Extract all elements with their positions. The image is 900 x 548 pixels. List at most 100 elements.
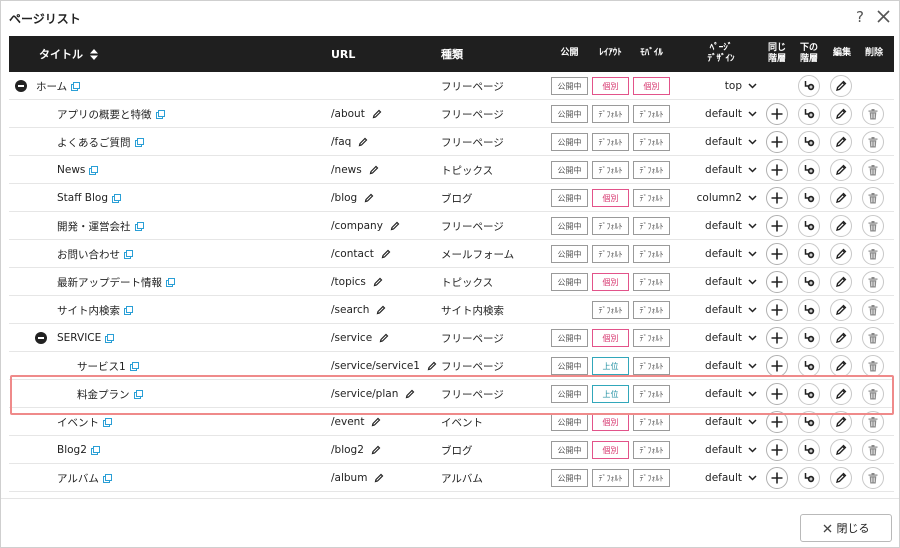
page-title-link[interactable]: アプリの概要と特徴 — [57, 107, 152, 122]
edit-url-pencil-icon[interactable] — [374, 473, 384, 483]
edit-url-pencil-icon[interactable] — [364, 193, 374, 203]
mobile-badge[interactable]: ﾃﾞﾌｫﾙﾄ — [633, 441, 670, 459]
mobile-badge[interactable]: ﾃﾞﾌｫﾙﾄ — [633, 161, 670, 179]
add-same-level-button[interactable] — [766, 355, 788, 377]
layout-badge[interactable]: ﾃﾞﾌｫﾙﾄ — [592, 301, 629, 319]
add-same-level-button[interactable] — [766, 103, 788, 125]
open-in-new-window-icon[interactable] — [103, 417, 112, 427]
public-status-badge[interactable]: 公開中 — [551, 329, 588, 347]
add-lower-level-button[interactable] — [798, 467, 820, 489]
page-design-select[interactable]: default — [677, 436, 757, 464]
public-status-badge[interactable]: 公開中 — [551, 413, 588, 431]
layout-badge[interactable]: 個別 — [592, 441, 629, 459]
page-title-link[interactable]: 最新アップデート情報 — [57, 275, 162, 290]
column-title[interactable]: タイトル — [39, 36, 98, 72]
delete-page-button[interactable] — [862, 187, 884, 209]
mobile-badge[interactable]: ﾃﾞﾌｫﾙﾄ — [633, 357, 670, 375]
open-in-new-window-icon[interactable] — [90, 445, 100, 455]
add-lower-level-button[interactable] — [798, 299, 820, 321]
public-status-badge[interactable]: 公開中 — [551, 217, 588, 235]
add-lower-level-button[interactable] — [798, 131, 820, 153]
add-same-level-button[interactable] — [766, 215, 788, 237]
open-in-new-window-icon[interactable] — [129, 361, 139, 371]
add-lower-level-button[interactable] — [798, 103, 820, 125]
delete-page-button[interactable] — [862, 131, 884, 153]
edit-page-button[interactable] — [830, 383, 852, 405]
add-lower-level-button[interactable] — [798, 75, 820, 97]
close-icon[interactable] — [877, 10, 890, 26]
delete-page-button[interactable] — [862, 271, 884, 293]
layout-badge[interactable]: ﾃﾞﾌｫﾙﾄ — [592, 161, 629, 179]
page-design-select[interactable]: default — [677, 128, 757, 156]
layout-badge[interactable]: ﾃﾞﾌｫﾙﾄ — [592, 133, 629, 151]
page-design-select[interactable]: default — [677, 464, 757, 492]
delete-page-button[interactable] — [862, 383, 884, 405]
collapse-icon[interactable] — [15, 80, 27, 92]
edit-page-button[interactable] — [830, 243, 852, 265]
delete-page-button[interactable] — [862, 439, 884, 461]
page-design-select[interactable]: default — [677, 212, 757, 240]
mobile-badge[interactable]: ﾃﾞﾌｫﾙﾄ — [633, 469, 670, 487]
open-in-new-window-icon[interactable] — [134, 221, 144, 231]
public-status-badge[interactable]: 公開中 — [551, 161, 588, 179]
page-title-link[interactable]: お問い合わせ — [57, 247, 120, 262]
add-lower-level-button[interactable] — [798, 215, 820, 237]
add-lower-level-button[interactable] — [798, 187, 820, 209]
add-lower-level-button[interactable] — [798, 327, 820, 349]
edit-url-pencil-icon[interactable] — [379, 333, 389, 343]
page-design-select[interactable]: default — [677, 352, 757, 380]
mobile-badge[interactable]: ﾃﾞﾌｫﾙﾄ — [633, 217, 670, 235]
page-title-link[interactable]: News — [57, 164, 85, 176]
public-status-badge[interactable]: 公開中 — [551, 189, 588, 207]
add-same-level-button[interactable] — [766, 299, 788, 321]
add-lower-level-button[interactable] — [798, 411, 820, 433]
add-same-level-button[interactable] — [766, 467, 788, 489]
delete-page-button[interactable] — [862, 215, 884, 237]
edit-page-button[interactable] — [830, 159, 852, 181]
edit-page-button[interactable] — [830, 215, 852, 237]
public-status-badge[interactable]: 公開中 — [551, 105, 588, 123]
add-same-level-button[interactable] — [766, 243, 788, 265]
page-design-select[interactable]: default — [677, 324, 757, 352]
layout-badge[interactable]: 個別 — [592, 189, 629, 207]
page-title-link[interactable]: よくあるご質問 — [57, 135, 131, 150]
public-status-badge[interactable]: 公開中 — [551, 245, 588, 263]
edit-page-button[interactable] — [830, 103, 852, 125]
edit-url-pencil-icon[interactable] — [373, 277, 383, 287]
edit-url-pencil-icon[interactable] — [371, 445, 381, 455]
layout-badge[interactable]: ﾃﾞﾌｫﾙﾄ — [592, 469, 629, 487]
layout-badge[interactable]: 個別 — [592, 77, 629, 95]
open-in-new-window-icon[interactable] — [124, 305, 133, 315]
edit-page-button[interactable] — [830, 299, 852, 321]
delete-page-button[interactable] — [862, 411, 884, 433]
page-design-select[interactable]: default — [677, 156, 757, 184]
help-icon[interactable]: ? — [856, 8, 864, 26]
mobile-badge[interactable]: ﾃﾞﾌｫﾙﾄ — [633, 385, 670, 403]
layout-badge[interactable]: 個別 — [592, 413, 629, 431]
delete-page-button[interactable] — [862, 243, 884, 265]
page-design-select[interactable]: default — [677, 240, 757, 268]
layout-badge[interactable]: ﾃﾞﾌｫﾙﾄ — [592, 217, 629, 235]
public-status-badge[interactable]: 公開中 — [551, 357, 588, 375]
edit-page-button[interactable] — [830, 131, 852, 153]
page-design-select[interactable]: default — [677, 268, 757, 296]
page-title-link[interactable]: サービス1 — [77, 359, 126, 374]
sort-icon[interactable] — [90, 48, 98, 60]
mobile-badge[interactable]: ﾃﾞﾌｫﾙﾄ — [633, 189, 670, 207]
delete-page-button[interactable] — [862, 299, 884, 321]
add-same-level-button[interactable] — [766, 383, 788, 405]
edit-url-pencil-icon[interactable] — [376, 305, 386, 315]
public-status-badge[interactable]: 公開中 — [551, 273, 588, 291]
edit-page-button[interactable] — [830, 327, 852, 349]
edit-url-pencil-icon[interactable] — [405, 389, 415, 399]
page-title-link[interactable]: 料金プラン — [77, 387, 130, 402]
delete-page-button[interactable] — [862, 467, 884, 489]
close-button[interactable]: 閉じる — [800, 514, 892, 542]
page-title-link[interactable]: 開発・運営会社 — [57, 219, 131, 234]
public-status-badge[interactable]: 公開中 — [551, 441, 588, 459]
mobile-badge[interactable]: ﾃﾞﾌｫﾙﾄ — [633, 413, 670, 431]
add-lower-level-button[interactable] — [798, 271, 820, 293]
add-same-level-button[interactable] — [766, 187, 788, 209]
delete-page-button[interactable] — [862, 103, 884, 125]
page-title-link[interactable]: サイト内検索 — [57, 303, 120, 318]
